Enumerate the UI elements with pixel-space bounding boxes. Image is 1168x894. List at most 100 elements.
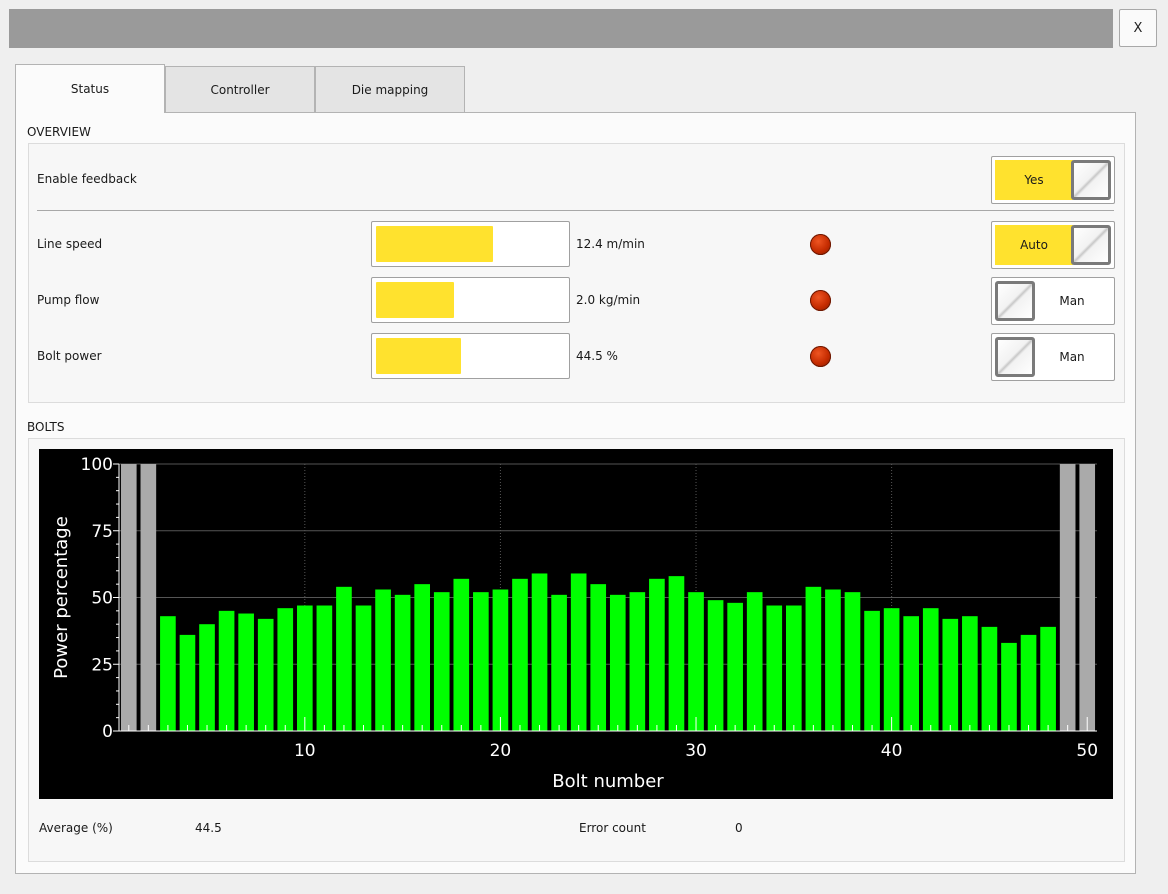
bolt-bar <box>257 618 274 731</box>
line-speed-label: Line speed <box>37 237 103 251</box>
bolt-power-value: 44.5 % <box>576 349 618 363</box>
pump-flow-bar-fill <box>376 282 455 318</box>
inactive-bolt-bar <box>140 464 157 731</box>
y-tick-label: 25 <box>91 655 113 675</box>
toggle-off-area: Man <box>1033 281 1111 321</box>
bolt-bar <box>473 592 489 731</box>
error-count-value: 0 <box>735 821 743 835</box>
bolt-power-mode-toggle[interactable]: Man <box>991 333 1115 381</box>
bolt-bar <box>492 589 509 731</box>
bolt-bar <box>1001 642 1017 731</box>
y-tick-label: 75 <box>91 522 113 542</box>
bolt-bar <box>1040 626 1056 731</box>
toggle-label: Auto <box>1020 238 1048 252</box>
error-count-label: Error count <box>579 821 646 835</box>
x-tick-label: 40 <box>881 741 903 761</box>
x-tick-label: 30 <box>685 741 707 761</box>
bolt-bar <box>903 616 920 731</box>
bolt-bar <box>766 605 783 731</box>
x-tick-label: 20 <box>490 741 512 761</box>
y-tick-label: 0 <box>102 722 113 742</box>
bolt-bar <box>316 605 333 731</box>
bolt-bar <box>668 576 685 731</box>
bolt-bar <box>825 589 841 731</box>
enable-feedback-label: Enable feedback <box>37 172 137 186</box>
bolt-bar <box>199 624 215 731</box>
tab-controller[interactable]: Controller <box>165 66 315 112</box>
line-speed-bar-fill <box>376 226 493 262</box>
overview-title: OVERVIEW <box>27 125 91 139</box>
line-speed-status-indicator <box>810 234 831 255</box>
bolt-bar <box>707 600 724 731</box>
bolt-bar <box>883 608 900 731</box>
pump-flow-mode-toggle[interactable]: Man <box>991 277 1115 325</box>
pump-flow-label: Pump flow <box>37 293 100 307</box>
bolt-power-label: Bolt power <box>37 349 102 363</box>
toggle-knob <box>1071 160 1111 200</box>
bolt-bar <box>942 618 959 731</box>
bolt-bar <box>962 616 978 731</box>
bolt-bar <box>649 578 665 731</box>
bolt-bar <box>355 605 372 731</box>
bolt-bar <box>551 594 567 731</box>
divider <box>37 210 1114 211</box>
title-bar <box>9 9 1113 48</box>
x-axis-title: Bolt number <box>552 771 664 792</box>
y-axis-title: Power percentage <box>51 516 72 679</box>
toggle-off-area: Man <box>1033 337 1111 377</box>
line-speed-mode-toggle[interactable]: Auto <box>991 221 1115 269</box>
bolt-bar <box>1020 634 1037 731</box>
bolt-bar <box>277 608 294 731</box>
bolt-bar <box>531 573 548 731</box>
tab-status[interactable]: Status <box>15 64 165 113</box>
toggle-knob <box>995 337 1035 377</box>
bolt-bar <box>160 616 176 731</box>
y-tick-label: 100 <box>81 455 113 475</box>
average-value: 44.5 <box>195 821 222 835</box>
bolt-bar <box>218 610 235 731</box>
bolt-bar <box>570 573 587 731</box>
bolt-bar <box>394 594 411 731</box>
toggle-label: Man <box>1059 294 1085 308</box>
bolt-bar <box>922 608 939 731</box>
bolt-bar <box>629 592 646 731</box>
close-label: X <box>1133 20 1143 36</box>
x-tick-label: 50 <box>1076 741 1098 761</box>
tab-die-mapping[interactable]: Die mapping <box>315 66 465 112</box>
bolts-title: BOLTS <box>27 420 65 434</box>
toggle-knob <box>995 281 1035 321</box>
pump-flow-value: 2.0 kg/min <box>576 293 641 307</box>
bolt-bar <box>179 634 196 731</box>
bolt-bar <box>433 592 450 731</box>
chart-svg: 0 25 50 75 100 10 20 30 40 50 Bolt number Power per… <box>51 455 1098 792</box>
x-tick-label: 10 <box>294 741 316 761</box>
line-speed-bar <box>371 221 570 267</box>
bolt-bar <box>844 592 861 731</box>
bolt-bar <box>864 610 880 731</box>
inactive-bolt-bar <box>120 464 137 731</box>
bolt-bar <box>609 594 626 731</box>
bolt-bar <box>238 613 254 731</box>
toggle-label: Man <box>1059 350 1085 364</box>
bolt-bar <box>746 592 763 731</box>
average-label: Average (%) <box>39 821 113 835</box>
toggle-on-area: Yes <box>995 160 1073 200</box>
bolt-bar <box>336 586 352 731</box>
bolt-power-bar <box>371 333 570 379</box>
toggle-on-area: Auto <box>995 225 1073 265</box>
inactive-bolt-bar <box>1059 464 1076 731</box>
close-button[interactable]: X <box>1119 9 1157 47</box>
y-tick-label: 50 <box>91 589 113 609</box>
pump-flow-bar <box>371 277 570 323</box>
bolt-bar <box>375 589 391 731</box>
bolt-bar <box>414 584 431 731</box>
bolt-bar <box>453 578 470 731</box>
bolt-bar <box>785 605 802 731</box>
bolt-power-status-indicator <box>810 346 831 367</box>
bolt-bar <box>805 586 822 731</box>
overview-group <box>28 143 1125 403</box>
toggle-knob <box>1071 225 1111 265</box>
toggle-label: Yes <box>1024 173 1044 187</box>
enable-feedback-toggle[interactable]: Yes <box>991 156 1115 204</box>
bolt-bar <box>688 592 704 731</box>
